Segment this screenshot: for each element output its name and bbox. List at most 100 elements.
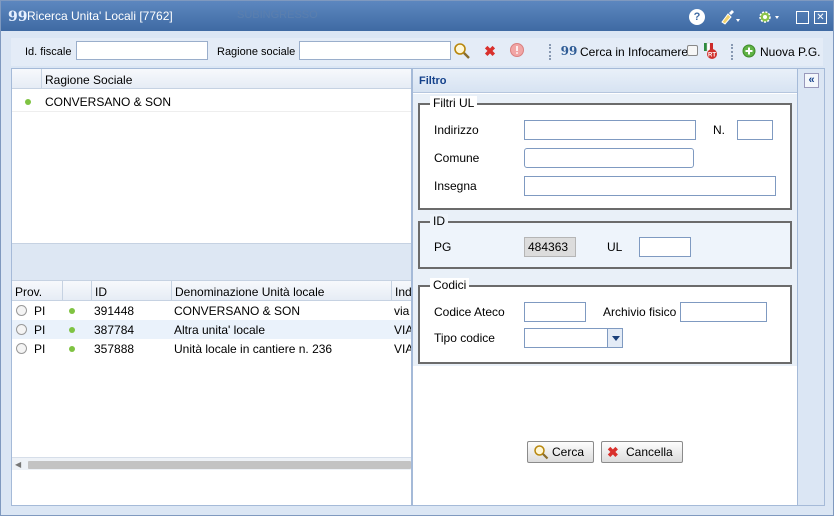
ul-input[interactable] [639,237,691,257]
filter-id-legend: ID [430,214,448,228]
grid-splitter [12,243,411,281]
codice-ateco-input[interactable] [524,302,586,322]
scrollbar-thumb[interactable] [28,461,411,469]
cancella-button[interactable]: ✖ Cancella [601,441,683,463]
numero-input[interactable] [737,120,773,140]
window-title: Ricerca Unita' Locali [7762] [27,9,173,23]
prov-cell: PI [34,304,46,318]
local-units-grid-header: Prov. ID Denominazione Unità locale Ind [12,281,412,301]
search-toolbar: Id. fiscale Ragione sociale ✖ 99 Cerca i… [11,38,823,66]
column-divider [171,281,172,301]
row-radio[interactable] [16,324,27,335]
row-radio[interactable] [16,343,27,354]
close-icon[interactable]: ✕ [814,11,827,24]
id-cell: 387784 [94,323,135,337]
numero-label: N. [713,123,725,137]
active-status-icon [69,308,75,314]
denominazione-cell: Unità locale in cantiere n. 236 [174,342,333,356]
insegna-input[interactable] [524,176,776,196]
filter-ul-section: Filtri UL Indirizzo N. Comune Insegna [413,94,797,212]
scroll-left-icon[interactable]: ◀ [15,460,21,469]
indirizzo-cell: via [394,304,410,318]
cerca-button-label: Cerca [552,445,585,459]
insegna-label: Insegna [434,179,477,193]
ragione-sociale-input[interactable] [299,41,451,60]
search-window: 99 Ricerca Unita' Locali [7762] SUBINGRE… [0,0,834,516]
local-unit-row[interactable]: PI 387784 Altra unita' locale VIA [12,320,411,339]
comune-label: Comune [434,151,480,165]
indirizzo-cell: VIA [394,342,411,356]
toolbar-separator [549,44,551,60]
local-unit-row[interactable]: PI 357888 Unità locale in cantiere n. 23… [12,339,411,358]
filter-codici-section: Codici Codice Ateco Archivio fisico Tipo… [413,276,797,366]
filter-collapse-strip: « [798,68,825,506]
prov-cell: PI [34,323,46,337]
id-cell: 391448 [94,304,135,318]
indirizzo-cell: VIA [394,323,411,337]
cancel-icon: ✖ [607,444,619,460]
filter-panel: Filtro Filtri UL Indirizzo N. Comune Ins… [412,68,798,506]
alert-icon[interactable] [508,42,526,60]
tipo-codice-select[interactable] [524,328,608,348]
filter-panel-title: Filtro [419,75,447,87]
denominazione-cell: CONVERSANO & SON [174,304,301,318]
id-cell: 357888 [94,342,135,356]
nuova-pg-button[interactable]: Nuova P.G. [760,45,820,59]
results-panel: Ragione Sociale CONVERSANO & SON Prov. I… [11,68,412,506]
toolbar-separator [731,44,733,60]
status-column-header [12,69,42,89]
prov-cell: PI [34,342,46,356]
archivio-fisico-label: Archivio fisico [603,305,677,319]
filter-panel-header: Filtro [413,69,797,93]
window-title-bar: 99 Ricerca Unita' Locali [7762] SUBINGRE… [1,1,833,31]
horizontal-scrollbar[interactable]: ◀ [12,457,411,470]
filter-id-section: ID PG 484363 UL [413,212,797,276]
clear-icon[interactable]: ✖ [481,42,499,60]
ragione-sociale-label: Ragione sociale [217,46,296,58]
filter-ul-fieldset: Filtri UL Indirizzo N. Comune Insegna [418,96,792,210]
local-unit-row[interactable]: PI 391448 CONVERSANO & SON via [12,301,411,320]
background-window-title: SUBINGRESSO [237,9,318,21]
column-divider [391,281,392,301]
filter-codici-fieldset: Codici Codice Ateco Archivio fisico Tipo… [418,278,792,364]
svg-text:RT: RT [708,53,716,59]
archivio-fisico-input[interactable] [680,302,767,322]
tipo-codice-label: Tipo codice [434,331,495,345]
infocamere-button[interactable]: Cerca in Infocamere [580,45,688,59]
row-radio[interactable] [16,305,27,316]
filter-ul-legend: Filtri UL [430,96,478,110]
id-fiscale-input[interactable] [76,41,208,60]
filter-id-fieldset: ID PG 484363 UL [418,214,792,269]
rt-icon[interactable]: RT [701,42,719,60]
company-name: CONVERSANO & SON [45,95,172,109]
ragione-sociale-column-header[interactable]: Ragione Sociale [45,73,132,87]
column-divider [91,281,92,301]
help-icon[interactable]: ? [689,9,705,25]
quote-icon: 99 [8,9,28,25]
companies-grid-header: Ragione Sociale [12,69,411,89]
active-status-icon [69,346,75,352]
gear-icon[interactable] [757,9,779,25]
add-icon[interactable] [740,42,758,60]
pg-label: PG [434,240,452,254]
id-fiscale-label: Id. fiscale [25,46,72,58]
brush-icon[interactable] [719,9,740,25]
infocamere-checkbox[interactable] [687,45,698,56]
search-icon[interactable] [453,42,471,60]
restore-icon[interactable] [796,11,809,24]
active-status-icon [25,99,31,105]
comune-input[interactable] [524,148,694,168]
collapse-icon[interactable]: « [804,73,819,88]
codice-ateco-label: Codice Ateco [434,305,505,319]
column-divider [62,281,63,301]
indirizzo-label: Indirizzo [434,123,479,137]
cerca-button[interactable]: Cerca [527,441,594,463]
ul-label: UL [607,240,623,254]
cancella-button-label: Cancella [626,445,673,459]
pg-field: 484363 [524,237,576,257]
quote-icon[interactable]: 99 [560,42,578,60]
chevron-down-icon[interactable] [607,328,623,348]
company-row[interactable]: CONVERSANO & SON [12,90,411,112]
indirizzo-input[interactable] [524,120,696,140]
search-icon [533,444,549,463]
